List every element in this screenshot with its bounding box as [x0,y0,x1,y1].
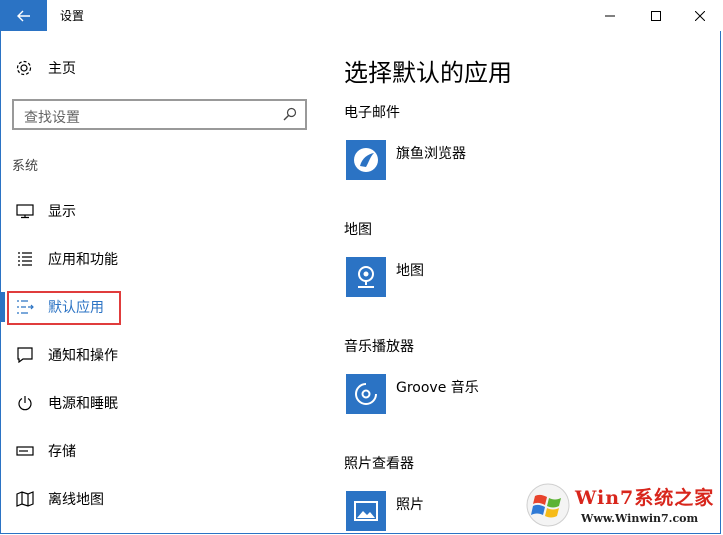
sidebar-item-storage[interactable]: 存储 [0,434,320,468]
sidebar-item-display[interactable]: 显示 [0,194,320,228]
storage-icon [15,441,35,461]
watermark-url: Www.Winwin7.com [581,512,699,525]
watermark-title: Win7系统之家 [575,487,715,509]
photos-app-tile[interactable] [346,491,386,531]
close-icon [695,10,705,21]
nav-home[interactable]: 主页 [14,56,76,80]
groove-music-icon [355,383,377,405]
sidebar-item-power-sleep[interactable]: 电源和睡眠 [0,386,320,420]
map-icon [15,489,35,509]
sidebar-item-label: 电源和睡眠 [48,396,118,412]
photos-app-name[interactable]: 照片 [396,494,424,514]
sidebar-item-label: 离线地图 [48,492,104,508]
windows-logo-icon [526,483,570,527]
maximize-button[interactable] [633,0,679,31]
gear-icon [14,58,34,78]
category-label-music: 音乐播放器 [344,339,414,355]
music-app-name[interactable]: Groove 音乐 [396,377,479,397]
sidebar-item-label: 显示 [48,204,76,220]
notification-icon [15,345,35,365]
watermark: Win7系统之家 Www.Winwin7.com [525,479,720,531]
power-icon [15,393,35,413]
sidebar-item-label: 应用和功能 [48,252,118,268]
email-app-tile[interactable] [346,140,386,180]
search-icon[interactable] [283,107,297,121]
category-label-maps: 地图 [344,222,372,238]
nav-home-label: 主页 [48,61,76,77]
category-label-email: 电子邮件 [344,105,400,121]
back-button[interactable] [0,0,47,31]
sidebar-item-label: 存储 [48,444,76,460]
monitor-icon [15,201,35,221]
page-title: 选择默认的应用 [344,59,512,87]
minimize-icon [605,15,615,16]
maps-app-icon [358,266,374,288]
selection-highlight-box [7,291,121,325]
list-icon [15,249,35,269]
nav-section-label: 系统 [12,159,39,174]
search-box[interactable]: 查找设置 [12,99,307,130]
search-input[interactable]: 查找设置 [24,107,80,127]
maps-app-name[interactable]: 地图 [396,260,424,280]
email-app-name[interactable]: 旗鱼浏览器 [396,143,466,163]
maximize-icon [651,10,661,21]
browser-app-icon [354,148,378,172]
sidebar-item-label: 通知和操作 [48,348,118,364]
sidebar-item-notifications[interactable]: 通知和操作 [0,338,320,372]
minimize-button[interactable] [587,0,633,31]
sidebar-item-offline-maps[interactable]: 离线地图 [0,482,320,516]
music-app-tile[interactable] [346,374,386,414]
close-button[interactable] [677,0,723,31]
window-title: 设置 [60,9,85,23]
back-arrow-icon [16,10,30,21]
photos-app-icon [354,501,378,521]
title-bar: 设置 [0,0,723,31]
maps-app-tile[interactable] [346,257,386,297]
category-label-photos: 照片查看器 [344,456,414,472]
sidebar-item-apps-features[interactable]: 应用和功能 [0,242,320,276]
